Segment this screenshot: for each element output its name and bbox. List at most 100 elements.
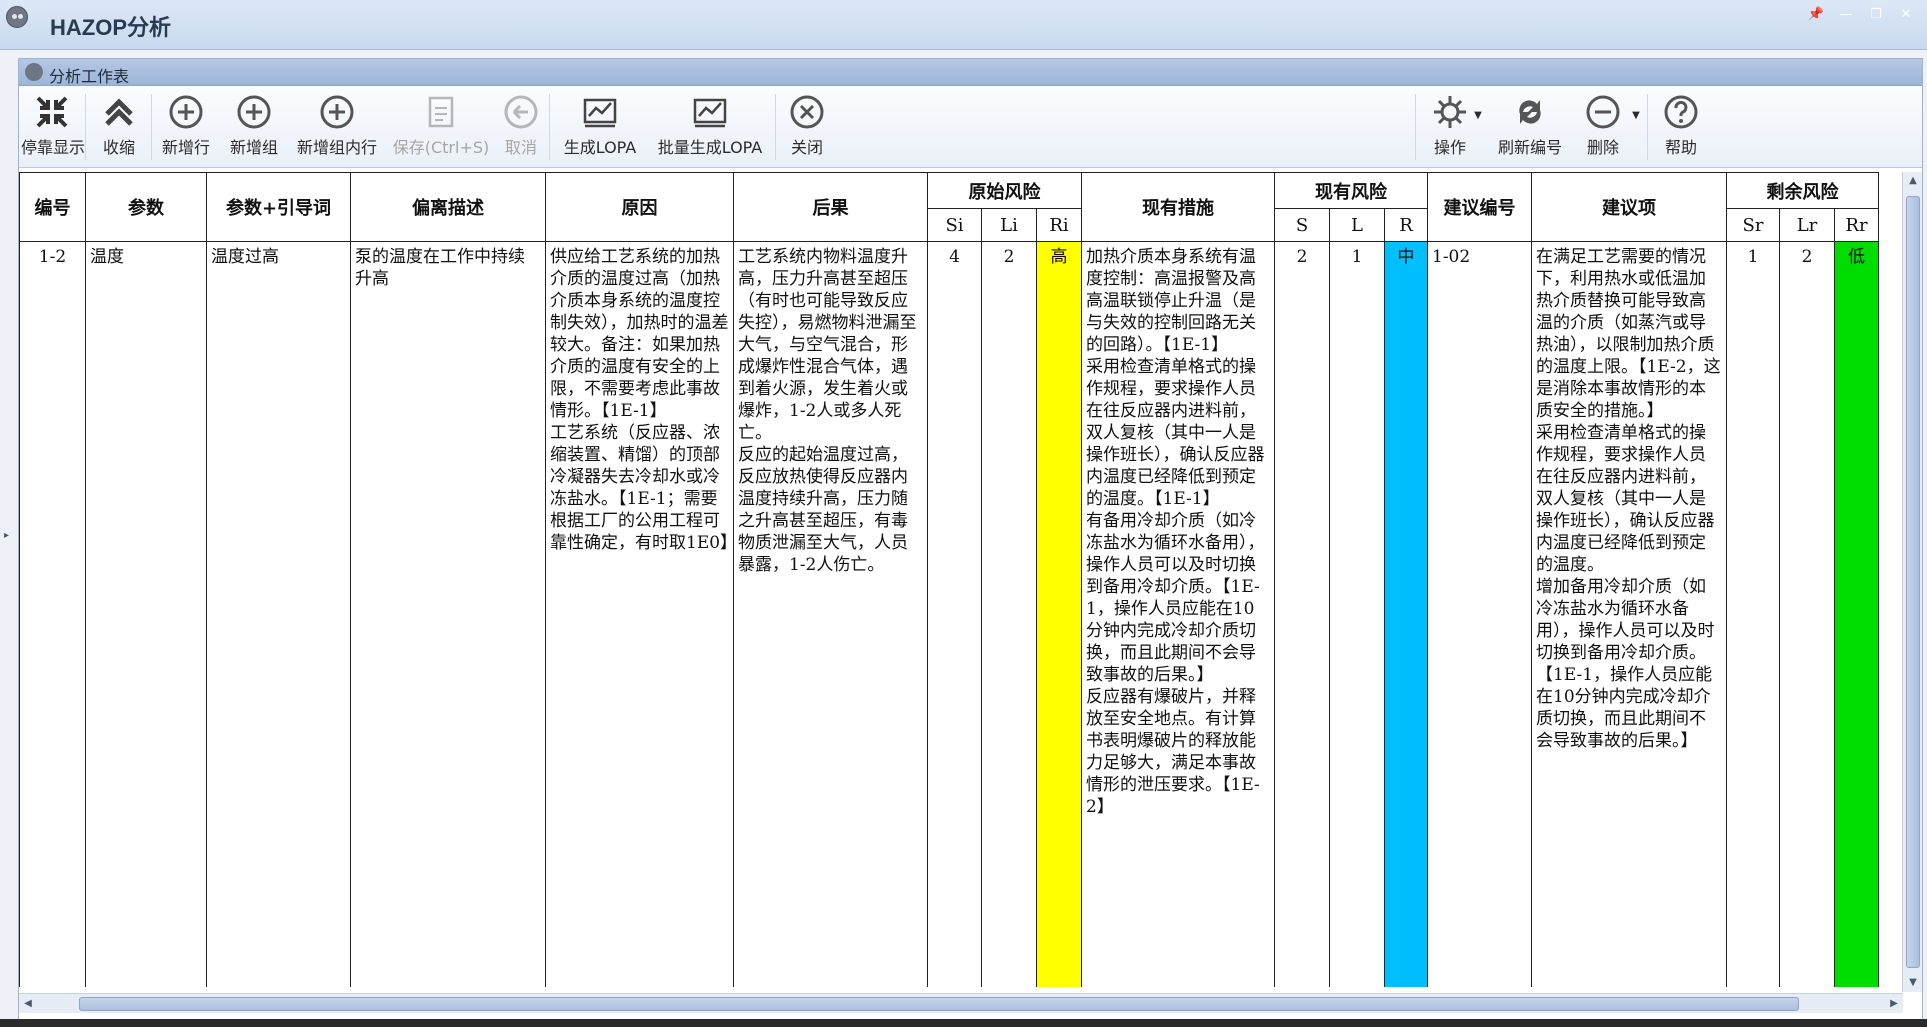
shrink-arrows-icon <box>36 96 68 128</box>
col-header-ri[interactable]: Ri <box>1036 208 1082 242</box>
line-chart-icon <box>693 98 727 128</box>
cell-param-guide[interactable]: 温度过高 <box>206 241 351 987</box>
cell-ri-high[interactable]: 高 <box>1036 241 1082 987</box>
help-circle-icon <box>1664 95 1698 129</box>
cell-sr[interactable]: 1 <box>1726 241 1780 987</box>
table-row[interactable]: 1-2 温度 温度过高 泵的温度在工作中持续升高 供应给工艺系统的加热介质的温度… <box>19 241 1879 987</box>
col-header-li[interactable]: Li <box>981 208 1037 242</box>
cell-r-medium[interactable]: 中 <box>1384 241 1428 987</box>
cell-deviation[interactable]: 泵的温度在工作中持续升高 <box>350 241 546 987</box>
cell-param[interactable]: 温度 <box>85 241 207 987</box>
cell-no[interactable]: 1-2 <box>19 241 86 987</box>
cell-s[interactable]: 2 <box>1274 241 1330 987</box>
panel-header: 分析工作表 <box>19 59 1922 86</box>
cell-consequence[interactable]: 工艺系统内物料温度升高，压力升高甚至超压（有时也可能导致反应失控），易燃物料泄漏… <box>733 241 928 987</box>
col-header-consequence[interactable]: 后果 <box>733 172 928 242</box>
horizontal-scrollbar[interactable]: ◀ ▶ <box>19 993 1903 1013</box>
col-header-sr[interactable]: Sr <box>1726 208 1780 242</box>
col-header-param[interactable]: 参数 <box>85 172 207 242</box>
cell-measures[interactable]: 加热介质本身系统有温度控制：高温报警及高高温联锁停止升温（是与失效的控制回路无关… <box>1081 241 1275 987</box>
vertical-scroll-thumb[interactable] <box>1906 196 1920 968</box>
close-button[interactable]: 关闭 <box>779 90 835 164</box>
col-header-s[interactable]: S <box>1274 208 1330 242</box>
scroll-down-icon[interactable]: ▼ <box>1903 974 1923 992</box>
measure-text: 加热介质本身系统有温度控制：高温报警及高高温联锁停止升温（是与失效的控制回路无关… <box>1086 247 1256 355</box>
refresh-number-button[interactable]: 刷新编号 <box>1487 90 1573 164</box>
col-header-measures[interactable]: 现有措施 <box>1081 172 1275 242</box>
add-row-button[interactable]: 新增行 <box>153 90 219 164</box>
add-group-label: 新增组 <box>229 138 278 157</box>
col-header-residual-risk: 剩余风险 <box>1726 172 1879 209</box>
col-header-no[interactable]: 编号 <box>19 172 86 242</box>
measure-text: 采用检查清单格式的操作规程，要求操作人员在往反应器内进料前，双人复核（其中一人是… <box>1086 357 1265 509</box>
cause-text: 供应给工艺系统的加热介质的温度过高（加热介质本身系统的温度控制失效），加热时的温… <box>550 247 729 421</box>
refresh-number-label: 刷新编号 <box>1497 138 1562 157</box>
batch-lopa-label: 批量生成LOPA <box>657 138 763 157</box>
col-header-cause[interactable]: 原因 <box>545 172 734 242</box>
measure-text: 反应器有爆破片，并释放至安全地点。有计算书表明爆破片的释放能力足够大，满足本事故… <box>1086 687 1260 817</box>
restore-button[interactable]: ❐ <box>1863 4 1889 26</box>
close-window-button[interactable]: ✕ <box>1893 4 1919 26</box>
batch-lopa-button[interactable]: 批量生成LOPA <box>649 90 771 164</box>
panel-icon <box>25 63 43 81</box>
minimize-button[interactable]: — <box>1833 4 1859 26</box>
refresh-icon <box>1519 100 1541 124</box>
document-icon <box>428 96 454 128</box>
measure-text: 有备用冷却介质（如冷冻盐水为循环水备用），操作人员可以及时切换到备用冷却介质。【… <box>1086 511 1265 685</box>
add-in-group-label: 新增组内行 <box>296 138 377 157</box>
add-row-label: 新增行 <box>161 138 210 157</box>
consequence-text: 工艺系统内物料温度升高，压力升高甚至超压（有时也可能导致反应失控），易燃物料泄漏… <box>738 247 917 443</box>
col-header-r[interactable]: R <box>1384 208 1428 242</box>
plus-circle-icon <box>237 95 271 129</box>
save-button[interactable]: 保存(Ctrl+S) <box>389 90 493 164</box>
collapse-label: 收缩 <box>102 138 135 157</box>
recommendation-text: 采用检查清单格式的操作规程，要求操作人员在往反应器内进料前，双人复核（其中一人是… <box>1536 423 1715 575</box>
col-header-recommendation[interactable]: 建议项 <box>1531 172 1727 242</box>
cell-si[interactable]: 4 <box>927 241 982 987</box>
plus-circle-icon <box>169 95 203 129</box>
cancel-label: 取消 <box>504 138 537 157</box>
cell-rr-low[interactable]: 低 <box>1834 241 1879 987</box>
close-label: 关闭 <box>790 138 823 157</box>
scroll-right-icon[interactable]: ▶ <box>1885 994 1903 1014</box>
scroll-up-icon[interactable]: ▲ <box>1903 172 1923 190</box>
side-expand-icon[interactable]: ▸ <box>4 530 9 541</box>
delete-button[interactable]: 删除 <box>1575 90 1631 164</box>
undo-circle-icon <box>504 95 538 129</box>
col-header-original-risk: 原始风险 <box>927 172 1082 209</box>
col-header-si[interactable]: Si <box>927 208 982 242</box>
collapse-button[interactable]: 收缩 <box>89 90 149 164</box>
col-header-rec-no[interactable]: 建议编号 <box>1427 172 1532 242</box>
gear-icon <box>1434 96 1466 128</box>
add-group-button[interactable]: 新增组 <box>223 90 285 164</box>
help-button[interactable]: 帮助 <box>1651 90 1711 164</box>
cell-rec-no[interactable]: 1-02 <box>1427 241 1532 987</box>
cell-lr[interactable]: 2 <box>1779 241 1835 987</box>
add-in-group-button[interactable]: 新增组内行 <box>289 90 385 164</box>
taskbar-strip <box>0 1019 1927 1027</box>
plus-circle-icon <box>320 95 354 129</box>
col-header-deviation[interactable]: 偏离描述 <box>350 172 546 242</box>
cell-cause[interactable]: 供应给工艺系统的加热介质的温度过高（加热介质本身系统的温度控制失效），加热时的温… <box>545 241 738 987</box>
col-header-lr[interactable]: Lr <box>1779 208 1835 242</box>
pin-button[interactable]: 📌 <box>1803 4 1829 26</box>
scroll-left-icon[interactable]: ◀ <box>19 994 37 1014</box>
help-label: 帮助 <box>1664 138 1697 157</box>
minus-circle-icon <box>1586 95 1620 129</box>
cause-text: 工艺系统（反应器、浓缩装置、精馏）的顶部冷凝器失去冷却水或冷冻盐水。【1E-1；… <box>550 423 738 553</box>
save-label: 保存(Ctrl+S) <box>392 138 490 157</box>
generate-lopa-button[interactable]: 生成LOPA <box>553 90 647 164</box>
cell-l[interactable]: 1 <box>1329 241 1385 987</box>
col-header-rr[interactable]: Rr <box>1834 208 1879 242</box>
col-header-param-guide[interactable]: 参数+引导词 <box>206 172 351 242</box>
recommendation-text: 在满足工艺需要的情况下，利用热水或低温加热介质替换可能导致高温的介质（如蒸汽或导… <box>1536 247 1721 421</box>
dock-button[interactable]: 停靠显示 <box>21 90 85 164</box>
window-title: HAZOP分析 <box>50 15 172 40</box>
col-header-l[interactable]: L <box>1329 208 1385 242</box>
horizontal-scroll-thumb[interactable] <box>79 997 1799 1011</box>
vertical-scrollbar[interactable]: ▲ ▼ <box>1902 172 1922 992</box>
cell-li[interactable]: 2 <box>981 241 1037 987</box>
cancel-button[interactable]: 取消 <box>495 90 547 164</box>
generate-lopa-label: 生成LOPA <box>563 138 637 157</box>
cell-recommendation[interactable]: 在满足工艺需要的情况下，利用热水或低温加热介质替换可能导致高温的介质（如蒸汽或导… <box>1531 241 1727 987</box>
